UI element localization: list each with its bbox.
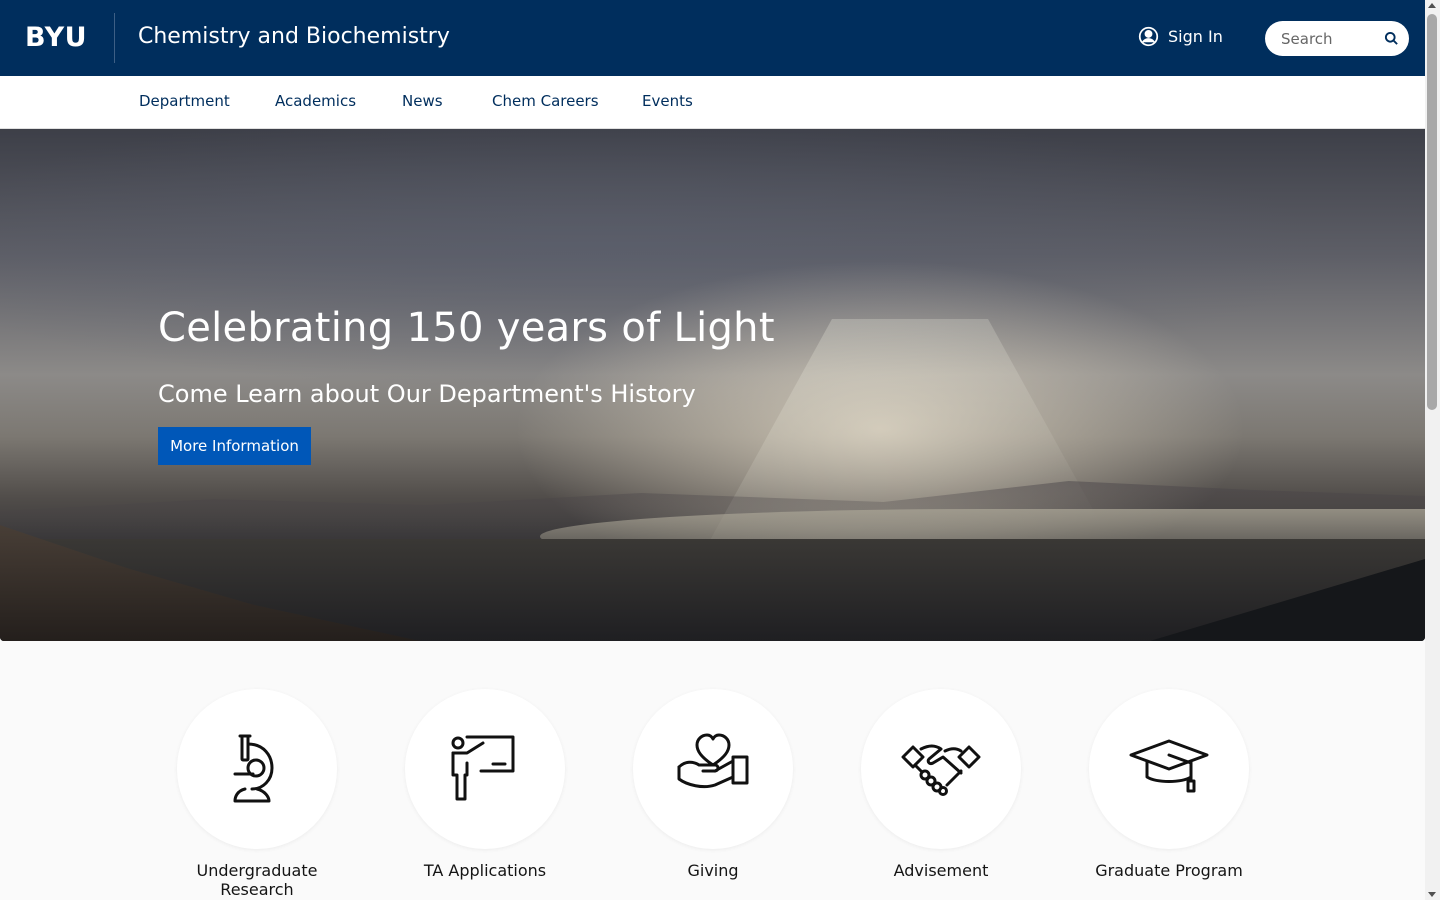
quick-link-ta-applications[interactable]: TA Applications bbox=[395, 689, 575, 880]
user-circle-icon bbox=[1138, 26, 1159, 47]
quick-link-circle[interactable] bbox=[861, 689, 1021, 849]
quick-link-label: Undergraduate Research bbox=[196, 861, 318, 899]
search-input[interactable] bbox=[1281, 29, 1381, 48]
heart-in-hand-icon bbox=[677, 733, 749, 789]
quick-link-label: Giving bbox=[687, 861, 739, 880]
microscope-icon bbox=[233, 734, 274, 803]
quick-link-graduate-program[interactable]: Graduate Program bbox=[1079, 689, 1259, 880]
teacher-whiteboard-icon bbox=[451, 735, 515, 801]
nav-item-chem-careers[interactable]: Chem Careers bbox=[492, 92, 599, 110]
byu-logo[interactable]: BYU bbox=[25, 22, 87, 53]
main-nav: Department Academics News Chem Careers E… bbox=[0, 76, 1425, 129]
search-box bbox=[1265, 21, 1409, 56]
scroll-down-arrow-icon[interactable] bbox=[1428, 892, 1436, 897]
hero-subtitle: Come Learn about Our Department's Histor… bbox=[158, 380, 696, 408]
quick-link-circle[interactable] bbox=[633, 689, 793, 849]
quick-link-label: Graduate Program bbox=[1095, 861, 1243, 880]
quick-link-circle[interactable] bbox=[1089, 689, 1249, 849]
quick-link-advisement[interactable]: Advisement bbox=[851, 689, 1031, 880]
page-scrollbar[interactable] bbox=[1425, 0, 1440, 900]
graduation-cap-icon bbox=[1129, 739, 1209, 793]
quick-link-circle[interactable] bbox=[405, 689, 565, 849]
header-divider bbox=[114, 13, 115, 63]
quick-link-label: TA Applications bbox=[423, 861, 547, 880]
search-icon[interactable] bbox=[1384, 31, 1399, 46]
nav-item-department[interactable]: Department bbox=[139, 92, 230, 110]
hero-title: Celebrating 150 years of Light bbox=[158, 305, 775, 351]
nav-item-news[interactable]: News bbox=[402, 92, 443, 110]
scroll-up-arrow-icon[interactable] bbox=[1428, 3, 1436, 8]
nav-item-academics[interactable]: Academics bbox=[275, 92, 356, 110]
site-header: BYU Chemistry and Biochemistry Sign In bbox=[0, 0, 1425, 76]
scroll-thumb[interactable] bbox=[1427, 14, 1437, 410]
hero-banner: Celebrating 150 years of Light Come Lear… bbox=[0, 129, 1425, 641]
sign-in-button[interactable]: Sign In bbox=[1138, 26, 1223, 47]
sign-in-label: Sign In bbox=[1168, 27, 1223, 46]
handshake-icon bbox=[901, 744, 981, 796]
quick-link-giving[interactable]: Giving bbox=[623, 689, 803, 880]
more-information-button[interactable]: More Information bbox=[158, 427, 311, 465]
quick-link-label: Advisement bbox=[893, 861, 989, 880]
quick-link-circle[interactable] bbox=[177, 689, 337, 849]
nav-item-events[interactable]: Events bbox=[642, 92, 693, 110]
site-title[interactable]: Chemistry and Biochemistry bbox=[138, 24, 450, 49]
quick-link-undergraduate-research[interactable]: Undergraduate Research bbox=[167, 689, 347, 899]
